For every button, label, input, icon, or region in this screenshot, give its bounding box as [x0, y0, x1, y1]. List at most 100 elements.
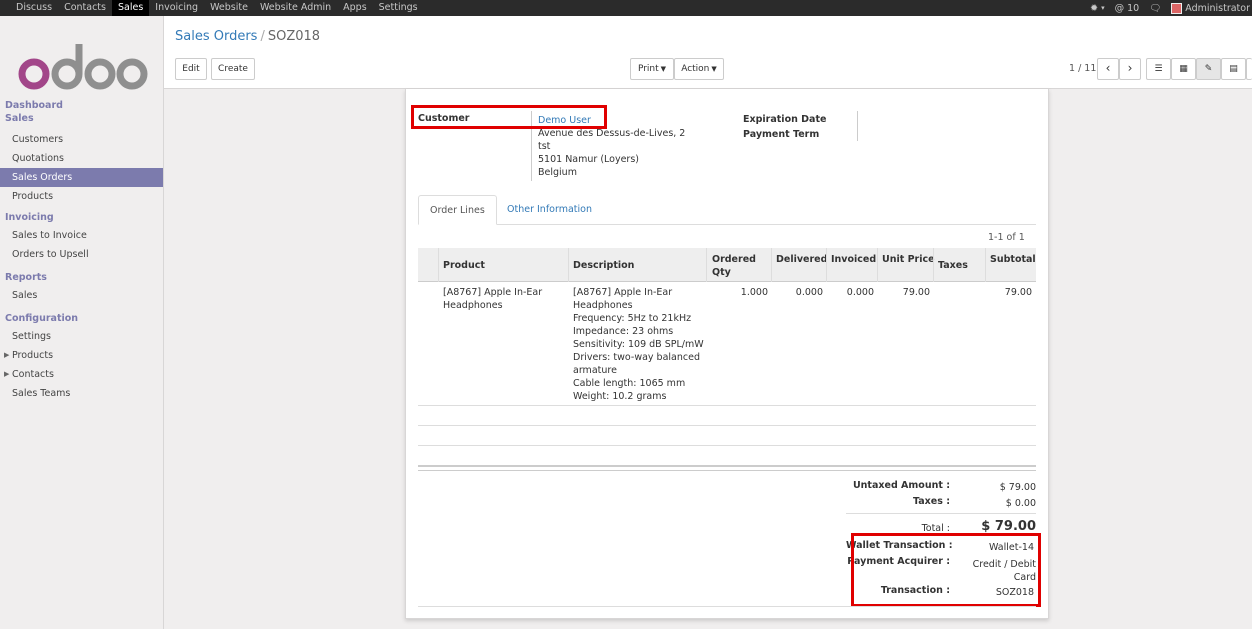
- calendar-view-button[interactable]: ▤: [1221, 58, 1246, 80]
- column-description[interactable]: Description: [573, 259, 634, 272]
- taxes-label: Taxes :: [913, 496, 950, 507]
- chevron-down-icon: ▼: [660, 65, 667, 73]
- breadcrumb-current: SOZ018: [267, 29, 321, 44]
- description-line: Cable length: 1065 mm: [573, 378, 686, 389]
- debug-menu[interactable]: ✹ ▾: [1090, 3, 1104, 14]
- column-taxes[interactable]: Taxes: [938, 259, 968, 272]
- column-subtotal[interactable]: Subtotal: [990, 253, 1036, 266]
- nav-dashboard[interactable]: Dashboard: [0, 99, 163, 112]
- records-count: 1-1 of 1: [988, 232, 1025, 243]
- breadcrumb-separator: /: [260, 29, 265, 44]
- column-invoiced[interactable]: Invoiced: [831, 253, 876, 266]
- sidebar-item-config-products[interactable]: ▶ Products: [0, 346, 163, 365]
- sidebar-item-reports-sales[interactable]: Sales: [0, 286, 163, 305]
- menu-apps[interactable]: Apps: [337, 0, 373, 16]
- user-name: Administrator: [1185, 2, 1250, 14]
- nav-head-configuration: Configuration: [5, 313, 79, 324]
- column-divider: [771, 248, 772, 282]
- print-button[interactable]: Print ▼: [630, 58, 674, 80]
- calendar-icon: ▤: [1229, 64, 1238, 74]
- description-line: Frequency: 5Hz to 21kHz: [573, 313, 692, 324]
- expiration-date-label: Expiration Date: [743, 114, 827, 125]
- odoo-logo[interactable]: [18, 40, 148, 96]
- column-delivered[interactable]: Delivered: [776, 253, 827, 266]
- product-text: Headphones: [443, 300, 503, 311]
- app-menu: Discuss Contacts Sales Invoicing Website…: [10, 0, 424, 16]
- menu-sales[interactable]: Sales: [111, 0, 150, 16]
- print-label: Print: [637, 64, 659, 74]
- sidebar: Dashboard Sales Customers Quotations Sal…: [0, 16, 164, 629]
- table-footer: [418, 465, 1036, 467]
- mentions-button[interactable]: @10: [1115, 3, 1140, 14]
- top-navbar: Discuss Contacts Sales Invoicing Website…: [0, 0, 1252, 16]
- mentions-count: 10: [1127, 2, 1140, 14]
- chevron-down-icon: ▾: [1101, 4, 1105, 12]
- sheet-bottom-divider: [418, 606, 1036, 607]
- line-ordered-qty: 1.000: [740, 287, 768, 298]
- description-line: Drivers: two-way balanced: [573, 352, 700, 363]
- line-invoiced: 0.000: [846, 287, 874, 298]
- table-footer-line: [418, 470, 1036, 471]
- sidebar-item-sales-orders[interactable]: Sales Orders: [0, 168, 163, 187]
- edit-form-icon: ✎: [1204, 64, 1213, 74]
- column-unit-price[interactable]: Unit Price: [882, 253, 935, 266]
- tab-order-lines[interactable]: Order Lines: [418, 195, 497, 225]
- user-menu[interactable]: Administrator: [1171, 2, 1250, 14]
- tab-other-information[interactable]: Other Information: [496, 195, 603, 225]
- sidebar-item-label: Products: [12, 350, 54, 361]
- menu-discuss[interactable]: Discuss: [10, 0, 58, 16]
- customer-address-line: 5101 Namur (Loyers): [538, 154, 639, 165]
- nav-group-configuration: Configuration Settings ▶ Products ▶ Cont…: [0, 312, 163, 403]
- column-divider: [985, 248, 986, 282]
- caret-right-icon: ▶: [4, 351, 10, 359]
- pager-value[interactable]: 1 / 11: [1069, 63, 1096, 74]
- description-line: Sensitivity: 109 dB SPL/mW: [573, 339, 704, 350]
- avatar: [1171, 2, 1183, 14]
- line-subtotal: 79.00: [1004, 287, 1032, 298]
- create-button[interactable]: Create: [211, 58, 255, 80]
- menu-invoicing[interactable]: Invoicing: [149, 0, 204, 16]
- sidebar-item-sales-to-invoice[interactable]: Sales to Invoice: [0, 226, 163, 245]
- breadcrumb-sales-orders[interactable]: Sales Orders: [175, 29, 257, 44]
- sidebar-item-label: Contacts: [12, 369, 54, 380]
- sidebar-item-orders-to-upsell[interactable]: Orders to Upsell: [0, 245, 163, 264]
- highlight-box-customer: [411, 105, 607, 129]
- row-divider: [418, 425, 1036, 426]
- column-divider: [933, 248, 934, 282]
- edit-button[interactable]: Edit: [175, 58, 207, 80]
- sidebar-item-customers[interactable]: Customers: [0, 130, 163, 149]
- form-sheet: Customer Demo User Avenue des Dessus-de-…: [405, 89, 1049, 619]
- description-line: Impedance: 23 ohms: [573, 326, 674, 337]
- nav-head-sales: Sales: [5, 113, 34, 124]
- line-product: [A8767] Apple In-Ear Headphones: [443, 286, 542, 312]
- list-view-button[interactable]: ☰: [1146, 58, 1171, 80]
- menu-website-admin[interactable]: Website Admin: [254, 0, 337, 16]
- nav-head-reports: Reports: [5, 272, 47, 283]
- kanban-view-button[interactable]: ▦: [1171, 58, 1196, 80]
- control-panel: Sales Orders / SOZ018 Edit Create Print ▼ A…: [164, 16, 1252, 89]
- action-button[interactable]: Action ▼: [674, 58, 724, 80]
- column-divider: [826, 248, 827, 282]
- description-line: armature: [573, 365, 617, 376]
- description-line: [A8767] Apple In-Ear: [573, 287, 673, 298]
- column-ordered-qty[interactable]: Ordered Qty: [712, 253, 756, 279]
- sidebar-item-products[interactable]: Products: [0, 187, 163, 206]
- menu-website[interactable]: Website: [204, 0, 254, 16]
- form-view-button[interactable]: ✎: [1196, 58, 1221, 80]
- column-product[interactable]: Product: [443, 259, 485, 272]
- more-views-button[interactable]: [1246, 58, 1252, 80]
- menu-contacts[interactable]: Contacts: [58, 0, 112, 16]
- column-divider: [706, 248, 707, 282]
- sidebar-item-settings[interactable]: Settings: [0, 327, 163, 346]
- sidebar-item-sales-teams[interactable]: Sales Teams: [0, 384, 163, 403]
- column-divider: [438, 248, 439, 282]
- pager-previous-button[interactable]: ‹: [1097, 58, 1119, 80]
- sidebar-item-config-contacts[interactable]: ▶ Contacts: [0, 365, 163, 384]
- bug-icon: ✹: [1090, 2, 1099, 14]
- messaging-button[interactable]: 🗨: [1149, 3, 1161, 14]
- pager-next-button[interactable]: ›: [1119, 58, 1141, 80]
- nav-head-invoicing: Invoicing: [5, 212, 54, 223]
- menu-settings[interactable]: Settings: [373, 0, 424, 16]
- sidebar-item-quotations[interactable]: Quotations: [0, 149, 163, 168]
- kanban-icon: ▦: [1179, 64, 1188, 74]
